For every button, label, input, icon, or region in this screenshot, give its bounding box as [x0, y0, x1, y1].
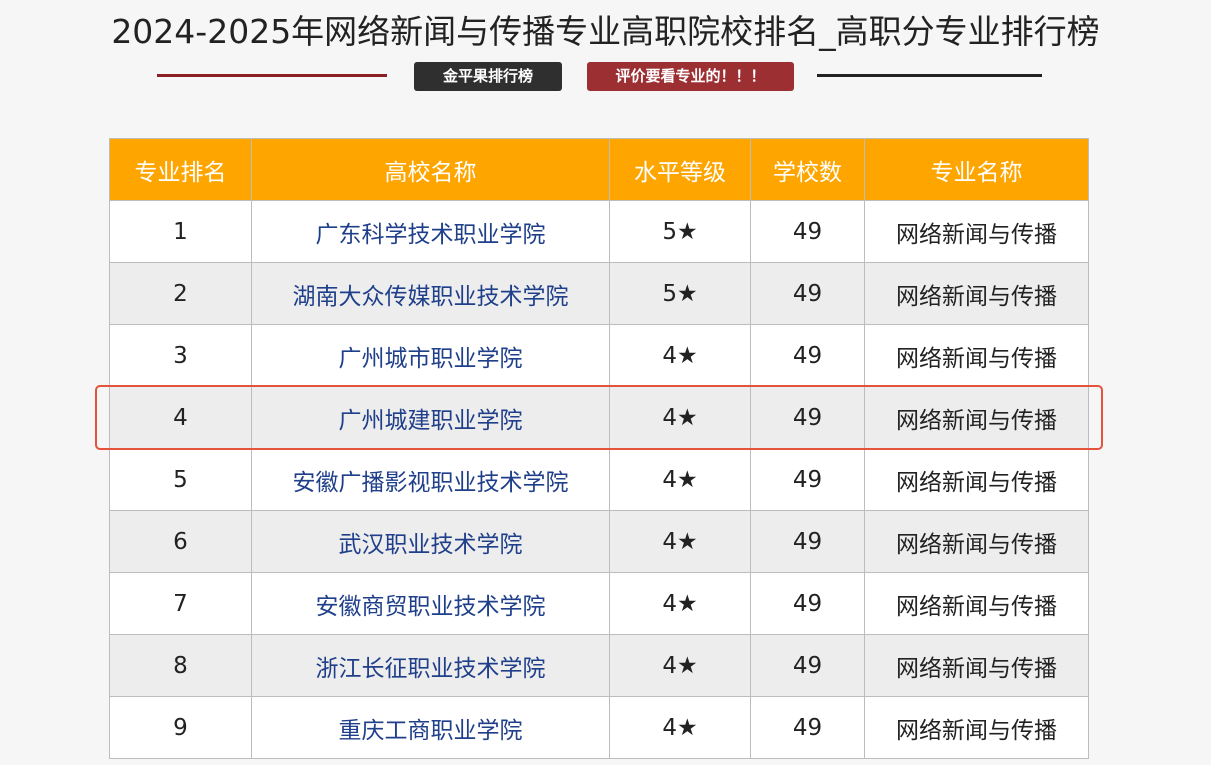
- level-cell: 4★: [609, 696, 751, 759]
- school-cell: 浙江长征职业技术学院: [251, 634, 610, 697]
- table-row: 7 安徽商贸职业技术学院 4★ 49 网络新闻与传播: [109, 572, 1089, 635]
- school-cell: 广州城建职业学院: [251, 386, 610, 449]
- school-link[interactable]: 广东科学技术职业学院: [316, 222, 546, 248]
- major-cell: 网络新闻与传播: [864, 572, 1089, 635]
- level-cell: 5★: [609, 262, 751, 325]
- header-level: 水平等级: [609, 138, 751, 201]
- rank-cell: 6: [109, 510, 252, 573]
- ranking-table: 专业排名 高校名称 水平等级 学校数 专业名称 1 广东科学技术职业学院 5★ …: [109, 138, 1089, 759]
- level-cell: 4★: [609, 386, 751, 449]
- level-cell: 5★: [609, 200, 751, 263]
- count-cell: 49: [750, 262, 865, 325]
- school-cell: 广州城市职业学院: [251, 324, 610, 387]
- school-cell: 武汉职业技术学院: [251, 510, 610, 573]
- school-link[interactable]: 安徽商贸职业技术学院: [316, 594, 546, 620]
- school-link[interactable]: 武汉职业技术学院: [339, 532, 523, 558]
- rank-cell: 5: [109, 448, 252, 511]
- major-cell: 网络新闻与传播: [864, 200, 1089, 263]
- school-cell: 广东科学技术职业学院: [251, 200, 610, 263]
- header-rank: 专业排名: [109, 138, 252, 201]
- rank-cell: 4: [109, 386, 252, 449]
- table-row-highlighted: 4 广州城建职业学院 4★ 49 网络新闻与传播: [109, 386, 1089, 449]
- rank-cell: 2: [109, 262, 252, 325]
- ranking-source-badge: 金平果排行榜: [414, 62, 562, 91]
- count-cell: 49: [750, 510, 865, 573]
- school-link[interactable]: 湖南大众传媒职业技术学院: [293, 284, 569, 310]
- header-count: 学校数: [750, 138, 865, 201]
- header-school: 高校名称: [251, 138, 610, 201]
- major-cell: 网络新闻与传播: [864, 634, 1089, 697]
- school-cell: 重庆工商职业学院: [251, 696, 610, 759]
- level-cell: 4★: [609, 448, 751, 511]
- table-row: 6 武汉职业技术学院 4★ 49 网络新闻与传播: [109, 510, 1089, 573]
- table-row: 2 湖南大众传媒职业技术学院 5★ 49 网络新闻与传播: [109, 262, 1089, 325]
- decorative-line-right: [817, 74, 1042, 77]
- page-title: 2024-2025年网络新闻与传播专业高职院校排名_高职分专业排行榜: [111, 12, 1100, 51]
- rank-cell: 8: [109, 634, 252, 697]
- level-cell: 4★: [609, 324, 751, 387]
- count-cell: 49: [750, 386, 865, 449]
- header-major: 专业名称: [864, 138, 1089, 201]
- major-cell: 网络新闻与传播: [864, 696, 1089, 759]
- rank-cell: 3: [109, 324, 252, 387]
- rank-cell: 9: [109, 696, 252, 759]
- count-cell: 49: [750, 448, 865, 511]
- table-header-row: 专业排名 高校名称 水平等级 学校数 专业名称: [109, 138, 1089, 201]
- decorative-line-left: [157, 74, 387, 77]
- level-cell: 4★: [609, 634, 751, 697]
- count-cell: 49: [750, 696, 865, 759]
- major-cell: 网络新闻与传播: [864, 386, 1089, 449]
- school-cell: 湖南大众传媒职业技术学院: [251, 262, 610, 325]
- rank-cell: 1: [109, 200, 252, 263]
- major-cell: 网络新闻与传播: [864, 324, 1089, 387]
- major-cell: 网络新闻与传播: [864, 448, 1089, 511]
- ranking-table-container: 专业排名 高校名称 水平等级 学校数 专业名称 1 广东科学技术职业学院 5★ …: [109, 138, 1089, 759]
- level-cell: 4★: [609, 510, 751, 573]
- school-link[interactable]: 浙江长征职业技术学院: [316, 656, 546, 682]
- count-cell: 49: [750, 634, 865, 697]
- major-cell: 网络新闻与传播: [864, 262, 1089, 325]
- rank-cell: 7: [109, 572, 252, 635]
- table-row: 1 广东科学技术职业学院 5★ 49 网络新闻与传播: [109, 200, 1089, 263]
- table-row: 5 安徽广播影视职业技术学院 4★ 49 网络新闻与传播: [109, 448, 1089, 511]
- school-link[interactable]: 重庆工商职业学院: [339, 718, 523, 744]
- school-cell: 安徽广播影视职业技术学院: [251, 448, 610, 511]
- count-cell: 49: [750, 324, 865, 387]
- school-link[interactable]: 广州城建职业学院: [339, 408, 523, 434]
- count-cell: 49: [750, 200, 865, 263]
- school-link[interactable]: 安徽广播影视职业技术学院: [293, 470, 569, 496]
- major-cell: 网络新闻与传播: [864, 510, 1089, 573]
- table-row: 3 广州城市职业学院 4★ 49 网络新闻与传播: [109, 324, 1089, 387]
- school-link[interactable]: 广州城市职业学院: [339, 346, 523, 372]
- slogan-badge: 评价要看专业的！！！: [587, 62, 794, 91]
- table-row: 8 浙江长征职业技术学院 4★ 49 网络新闻与传播: [109, 634, 1089, 697]
- count-cell: 49: [750, 572, 865, 635]
- school-cell: 安徽商贸职业技术学院: [251, 572, 610, 635]
- level-cell: 4★: [609, 572, 751, 635]
- table-row: 9 重庆工商职业学院 4★ 49 网络新闻与传播: [109, 696, 1089, 759]
